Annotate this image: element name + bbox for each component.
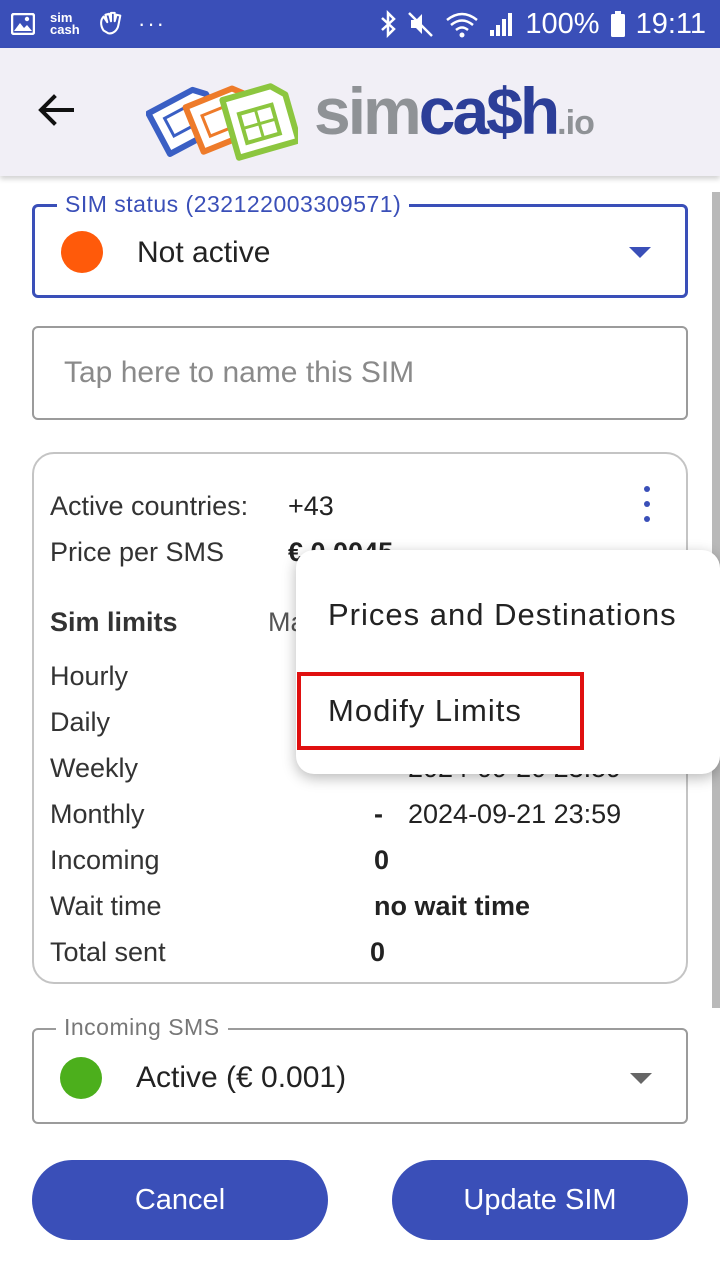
battery-icon [610, 10, 626, 38]
gallery-icon [10, 11, 36, 37]
limit-row-value: 0 [370, 937, 386, 967]
menu-item-prices-destinations[interactable]: Prices and Destinations [328, 597, 677, 633]
update-sim-button[interactable]: Update SIM [392, 1160, 688, 1240]
sim-status-value: Not active [137, 236, 271, 269]
app-bar: simca$h.io [0, 48, 720, 176]
limit-row-value: 0 [374, 845, 390, 875]
incoming-sms-label: Incoming SMS [56, 1014, 228, 1041]
limit-row-label: Wait time [50, 891, 162, 921]
limit-row-value: no wait time [374, 891, 531, 921]
status-bar: sim cash ··· 100% 19:11 [0, 0, 720, 48]
logo-wordmark: simca$h.io [314, 74, 595, 148]
limit-row-date: 2024-09-21 23:59 [408, 799, 622, 829]
incoming-sms-select[interactable]: Incoming SMS Active (€ 0.001) [32, 1014, 688, 1124]
more-options-icon[interactable] [636, 486, 658, 522]
active-countries-value: +43 [288, 491, 334, 521]
limit-row-label: Monthly [50, 799, 145, 829]
chevron-down-icon [630, 1073, 652, 1084]
incoming-sms-value: Active (€ 0.001) [136, 1061, 347, 1094]
limit-row-label: Incoming [50, 845, 160, 875]
limit-row-label: Weekly [50, 753, 139, 783]
more-notifications-icon: ··· [138, 11, 166, 36]
sim-limits-heading: Sim limits [50, 607, 178, 637]
chevron-down-icon [629, 247, 651, 258]
sim-status-label: SIM status (232122003309571) [57, 191, 410, 218]
back-arrow-icon[interactable] [34, 88, 78, 132]
sim-cards-logo-icon [146, 83, 298, 161]
active-countries-label: Active countries: [50, 491, 249, 521]
highlight-box [297, 672, 584, 750]
wifi-icon [445, 10, 479, 38]
sim-name-input[interactable]: Tap here to name this SIM [32, 326, 688, 420]
cancel-button[interactable]: Cancel [32, 1160, 328, 1240]
signal-icon [489, 10, 515, 38]
simcash-notification-icon: sim cash [50, 10, 80, 37]
clock: 19:11 [635, 7, 706, 40]
price-label: Price per SMS [50, 537, 225, 567]
battery-level: 100% [525, 7, 600, 40]
mute-icon [407, 10, 435, 38]
limit-row-label: Total sent [50, 937, 166, 967]
sim-status-select[interactable]: SIM status (232122003309571) Not active [32, 191, 688, 298]
bluetooth-icon [379, 10, 397, 38]
status-dot [61, 231, 103, 273]
limit-row-value: - [374, 799, 383, 829]
limit-row-label: Hourly [50, 661, 129, 691]
status-dot [60, 1057, 102, 1099]
hand-wave-icon [98, 11, 124, 37]
limit-row-label: Daily [50, 707, 111, 737]
simcash-logo: simca$h.io [146, 66, 638, 162]
